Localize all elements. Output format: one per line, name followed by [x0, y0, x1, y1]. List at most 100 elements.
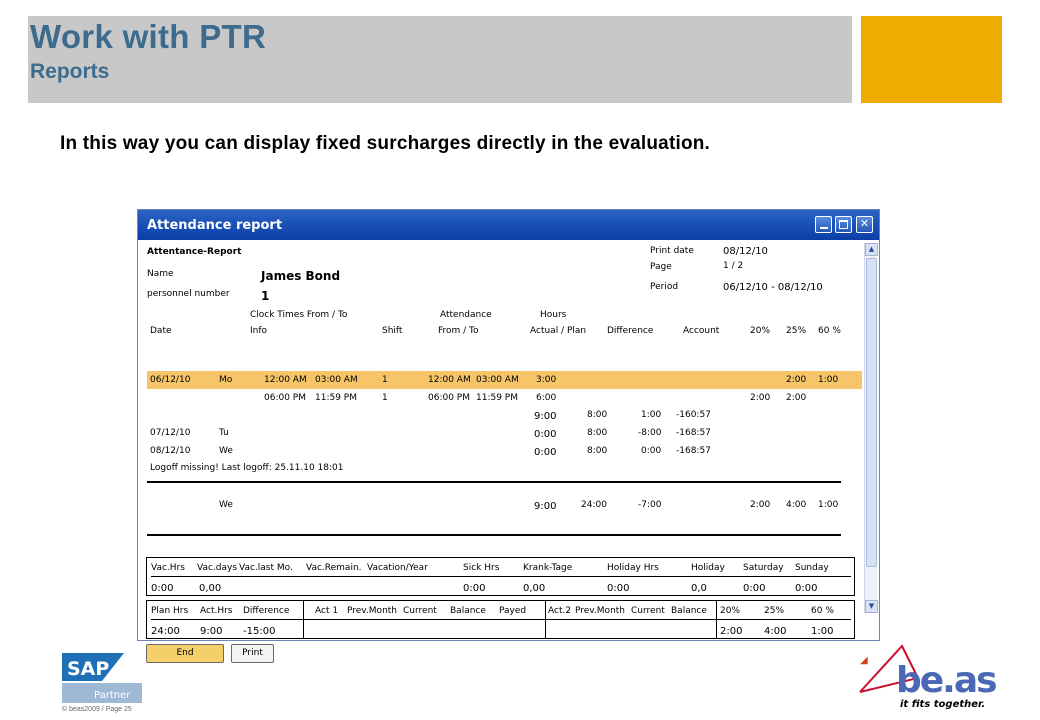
- sum1-header: Saturday: [743, 563, 784, 573]
- group-attendance: Attendance: [440, 310, 492, 320]
- row-plan: 8:00: [587, 428, 608, 438]
- lead-text: In this way you can display fixed surcha…: [60, 133, 711, 154]
- col-account: Account: [683, 326, 720, 336]
- group-clock-times: Clock Times From / To: [250, 310, 348, 320]
- minimize-icon: [820, 227, 828, 229]
- row-account: -160:57: [676, 410, 711, 420]
- sap-partner-logo: SAP Partner: [62, 653, 142, 703]
- maximize-button[interactable]: [835, 216, 852, 233]
- personnel-number-label: personnel number: [147, 289, 230, 299]
- sum1-header: Vac.days: [197, 563, 238, 573]
- group-hours: Hours: [540, 310, 567, 320]
- footer-copyright: © beas2009 / Page 25: [62, 706, 132, 713]
- sum1-header: Vac.Hrs: [151, 563, 185, 573]
- sum1-header: Holiday Hrs: [607, 563, 659, 573]
- scroll-down-icon[interactable]: ▼: [865, 600, 878, 613]
- row-actual: 0:00: [534, 429, 557, 440]
- sum1-header: Vacation/Year: [367, 563, 428, 573]
- window-titlebar[interactable]: Attendance report ✕: [138, 210, 879, 240]
- divider: [716, 601, 717, 638]
- total-difference: -7:00: [638, 500, 662, 510]
- report-title: Attentance-Report: [147, 247, 242, 257]
- row-plan: 8:00: [587, 410, 608, 420]
- sum2-value: 2:00: [720, 626, 743, 637]
- beas-logo: be.as it fits together.: [859, 644, 998, 710]
- row-60pct: 1:00: [818, 375, 839, 385]
- sum2-header: Balance: [450, 606, 486, 616]
- minimize-button[interactable]: [815, 216, 832, 233]
- row-att-to: 11:59 PM: [476, 393, 518, 403]
- col-60pct: 60 %: [818, 326, 841, 336]
- sum1-value: 0:00: [463, 583, 486, 594]
- sum2-header: Balance: [671, 606, 707, 616]
- row-att-from: 06:00 PM: [428, 393, 470, 403]
- row-actual: 3:00: [536, 375, 557, 385]
- sum2-header: Current: [403, 606, 437, 616]
- vertical-scrollbar[interactable]: ▲ ▼: [864, 243, 878, 613]
- sap-logo-text: SAP: [67, 658, 109, 680]
- total-20pct: 2:00: [750, 500, 771, 510]
- sum1-header: Holiday: [691, 563, 725, 573]
- row-difference: 1:00: [641, 410, 662, 420]
- col-shift: Shift: [382, 326, 403, 336]
- personnel-number: 1: [261, 289, 270, 303]
- logoff-note: Logoff missing! Last logoff: 25.11.10 18…: [150, 463, 344, 473]
- sum2-header: Prev.Month: [347, 606, 398, 616]
- print-button[interactable]: Print: [231, 644, 274, 663]
- employee-name: James Bond: [261, 269, 341, 283]
- header-gold-block: [861, 16, 1002, 103]
- divider: [303, 601, 304, 638]
- sum2-header: Act.2: [548, 606, 572, 616]
- page-label: Page: [650, 262, 672, 272]
- sum1-value: 0,00: [199, 583, 222, 594]
- attendance-report-window: Attendance report ✕ Attentance-Report Pr…: [137, 209, 880, 666]
- sum2-value: 4:00: [764, 626, 787, 637]
- sum2-header: 60 %: [811, 606, 834, 616]
- sum1-header: Sick Hrs: [463, 563, 500, 573]
- row-actual: 6:00: [536, 393, 557, 403]
- sum1-value: 0:00: [607, 583, 630, 594]
- maximize-icon: [839, 220, 848, 229]
- row-date: 06/12/10: [150, 375, 191, 385]
- sum2-header: Prev.Month: [575, 606, 626, 616]
- sum2-header: 20%: [720, 606, 741, 616]
- sum2-header: Plan Hrs: [151, 606, 189, 616]
- slide-subtitle: Reports: [30, 60, 110, 83]
- divider: [151, 619, 851, 620]
- total-day: We: [219, 500, 233, 510]
- sum2-value: 24:00: [151, 626, 180, 637]
- sap-partner-text: Partner: [94, 690, 131, 701]
- beas-logo-text: be.as: [896, 660, 996, 701]
- row-shift: 1: [382, 393, 388, 403]
- close-button[interactable]: ✕: [856, 216, 873, 233]
- beas-tagline: it fits together.: [900, 699, 985, 710]
- row-att-from: 12:00 AM: [428, 375, 471, 385]
- row-day: We: [219, 446, 233, 456]
- print-date-value: 08/12/10: [723, 246, 768, 257]
- sum2-header: Payed: [499, 606, 527, 616]
- end-button[interactable]: End: [146, 644, 224, 663]
- row-day: Mo: [219, 375, 233, 385]
- sum2-value: -15:00: [243, 626, 276, 637]
- scroll-thumb[interactable]: [866, 258, 877, 567]
- col-20pct: 20%: [750, 326, 771, 336]
- total-plan: 24:00: [581, 500, 607, 510]
- sum2-header: Current: [631, 606, 665, 616]
- sum1-value: 0,00: [523, 583, 546, 594]
- period-label: Period: [650, 282, 679, 292]
- row-day: Tu: [219, 428, 229, 438]
- row-shift: 1: [382, 375, 388, 385]
- row-account: -168:57: [676, 428, 711, 438]
- divider: [147, 481, 841, 483]
- scroll-up-icon[interactable]: ▲: [865, 243, 878, 256]
- row-date: 07/12/10: [150, 428, 191, 438]
- row-25pct: 2:00: [786, 375, 807, 385]
- sum2-value: 1:00: [811, 626, 834, 637]
- sum2-header: Difference: [243, 606, 290, 616]
- row-date: 08/12/10: [150, 446, 191, 456]
- row-account: -168:57: [676, 446, 711, 456]
- row-difference: 0:00: [641, 446, 662, 456]
- report-content: Attentance-Report Print date 08/12/10 Pa…: [138, 241, 879, 666]
- total-25pct: 4:00: [786, 500, 807, 510]
- total-actual: 9:00: [534, 501, 557, 512]
